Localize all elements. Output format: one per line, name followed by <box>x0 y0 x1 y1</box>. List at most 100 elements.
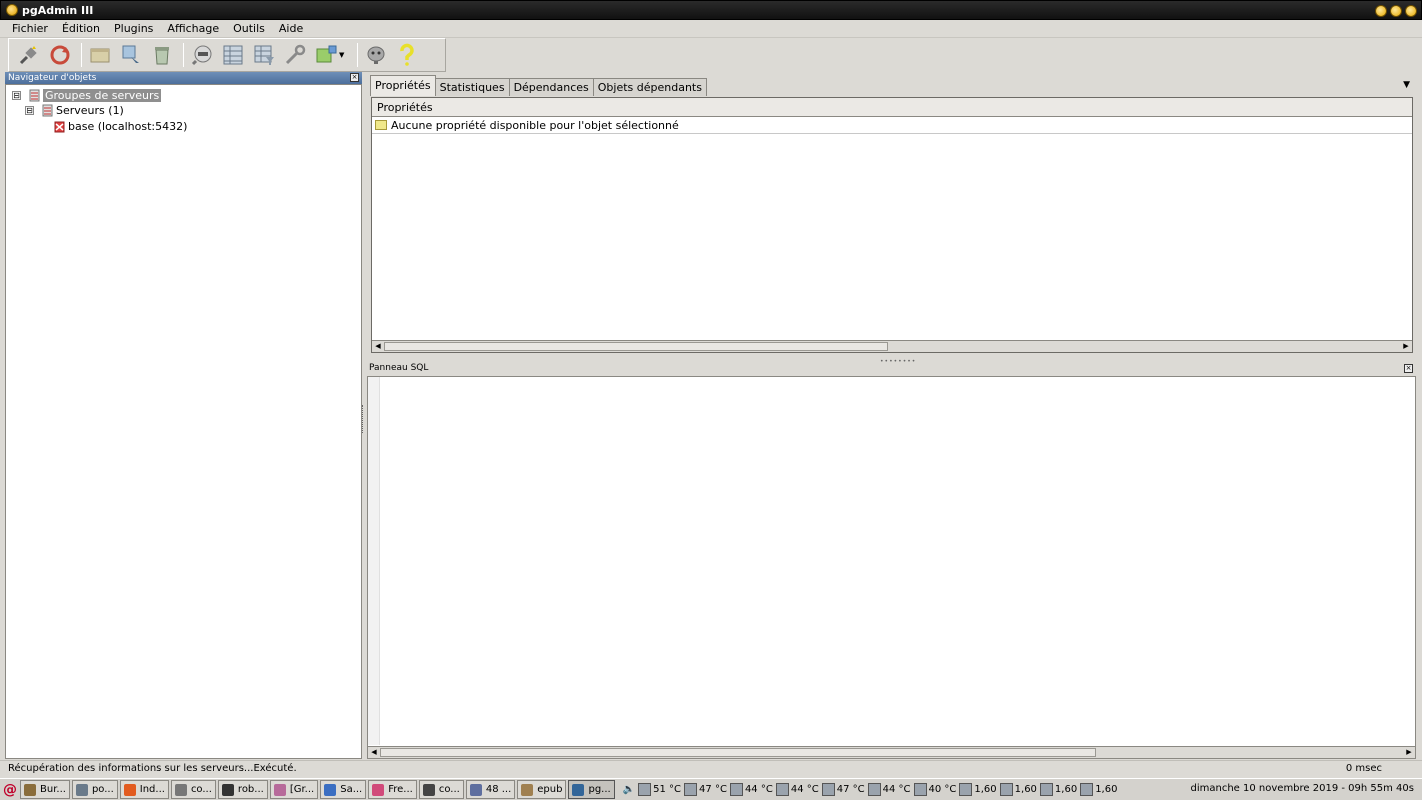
temperature-sensor-icon[interactable] <box>638 783 652 796</box>
list-item[interactable]: Aucune propriété disponible pour l'objet… <box>372 117 1412 134</box>
properties-column-header[interactable]: Propriétés <box>372 98 1412 117</box>
tab-dependances[interactable]: Dépendances <box>508 78 594 96</box>
taskbar-item[interactable]: Ind... <box>119 780 169 799</box>
hint-button[interactable] <box>362 41 390 69</box>
properties-empty-message: Aucune propriété disponible pour l'objet… <box>391 118 679 132</box>
menu-outils[interactable]: Outils <box>226 22 272 35</box>
filtered-data-button[interactable] <box>250 41 278 69</box>
drop-object-button[interactable] <box>148 41 176 69</box>
cpu-frequency-icon[interactable] <box>959 783 973 796</box>
tab-statistiques[interactable]: Statistiques <box>434 78 510 96</box>
taskbar-item[interactable]: rob... <box>217 780 268 799</box>
sql-query-icon <box>191 45 212 66</box>
object-browser-tree: ⊟ Groupes de serveurs ⊟ Serveurs (1) bas… <box>5 84 362 759</box>
sql-editor[interactable]: ◀ ▶ <box>367 376 1416 759</box>
menu-affichage[interactable]: Affichage <box>160 22 226 35</box>
maintenance-button[interactable] <box>281 41 309 69</box>
tray-value: 44 °C <box>744 784 773 795</box>
plugins-button[interactable] <box>312 41 340 69</box>
tree-item-servers[interactable]: ⊟ Serveurs (1) <box>25 103 124 118</box>
taskbar-item[interactable]: co... <box>418 780 464 799</box>
scrollbar-thumb[interactable] <box>384 342 888 351</box>
minimize-button[interactable] <box>1375 5 1387 17</box>
collapse-icon[interactable]: ⊟ <box>12 91 21 100</box>
connect-button[interactable] <box>15 41 43 69</box>
temperature-sensor-icon[interactable] <box>684 783 698 796</box>
temperature-sensor-icon[interactable] <box>867 783 881 796</box>
taskbar-item[interactable]: Sa... <box>320 780 367 799</box>
taskbar-item-label: Fre... <box>388 784 413 795</box>
menu-edition[interactable]: Édition <box>55 22 107 35</box>
temperature-sensor-icon[interactable] <box>729 783 743 796</box>
tray-value: 1,60 <box>1095 784 1118 795</box>
tree-item-server-groups[interactable]: ⊟ Groupes de serveurs <box>12 88 162 103</box>
taskbar-item[interactable]: epub <box>517 780 567 799</box>
sql-horizontal-scrollbar[interactable]: ◀ ▶ <box>368 746 1415 758</box>
taskbar-item[interactable]: [Gr... <box>269 780 319 799</box>
task-app-icon <box>273 783 286 796</box>
taskbar-item-label: po... <box>91 784 114 795</box>
vertical-splitter[interactable] <box>362 405 365 433</box>
connect-icon <box>19 46 37 65</box>
plugins-dropdown-icon[interactable]: ▼ <box>339 51 347 59</box>
tab-proprietes[interactable]: Propriétés <box>370 75 436 96</box>
view-data-button[interactable] <box>219 41 247 69</box>
collapse-icon[interactable]: ⊟ <box>25 106 34 115</box>
scrollbar-thumb[interactable] <box>380 748 1096 757</box>
taskbar-item-label: Ind... <box>139 784 165 795</box>
status-elapsed-time: 0 msec <box>1345 763 1382 774</box>
create-object-button[interactable] <box>117 41 145 69</box>
cpu-frequency-icon[interactable] <box>1039 783 1053 796</box>
drop-object-icon <box>155 47 169 65</box>
menu-plugins[interactable]: Plugins <box>107 22 160 35</box>
tree-item-server-base[interactable]: base (localhost:5432) <box>54 119 187 134</box>
window-titlebar: pgAdmin III <box>0 0 1422 20</box>
properties-button[interactable] <box>86 41 114 69</box>
temperature-sensor-icon[interactable] <box>821 783 835 796</box>
app-icon <box>6 4 18 16</box>
menu-fichier[interactable]: Fichier <box>5 22 55 35</box>
taskbar-item-label: co... <box>438 784 460 795</box>
scroll-left-icon[interactable]: ◀ <box>368 747 380 758</box>
clock[interactable]: dimanche 10 novembre 2019 - 09h 55m 40s <box>1191 783 1414 794</box>
properties-tab-bar: Propriétés Statistiques Dépendances Obje… <box>370 74 1416 96</box>
tab-objets-dependants[interactable]: Objets dépendants <box>592 78 707 96</box>
taskbar-item[interactable]: 48 ... <box>465 780 516 799</box>
tray-value: 1,60 <box>1014 784 1037 795</box>
scroll-right-icon[interactable]: ▶ <box>1403 747 1415 758</box>
refresh-button[interactable] <box>46 41 74 69</box>
debian-start-icon[interactable]: @ <box>0 780 20 800</box>
scroll-left-icon[interactable]: ◀ <box>372 341 384 352</box>
create-object-icon <box>122 45 139 63</box>
close-button[interactable] <box>1405 5 1417 17</box>
volume-icon[interactable]: 🔈 <box>623 784 635 795</box>
taskbar-item[interactable]: po... <box>71 780 118 799</box>
task-list: Bur... po... Ind... co... rob... [Gr... Sa... F… <box>20 780 617 799</box>
temperature-sensor-icon[interactable] <box>775 783 789 796</box>
properties-horizontal-scrollbar[interactable]: ◀ ▶ <box>372 340 1412 352</box>
toolbar-separator <box>183 43 184 67</box>
taskbar-item-label: Bur... <box>40 784 66 795</box>
help-button[interactable] <box>393 41 421 69</box>
main-toolbar: ▼ <box>8 38 446 72</box>
taskbar-item[interactable]: pg... <box>568 780 615 799</box>
task-app-icon <box>422 783 435 796</box>
cpu-frequency-icon[interactable] <box>999 783 1013 796</box>
status-message: Récupération des informations sur les se… <box>8 763 297 774</box>
taskbar-item[interactable]: co... <box>170 780 216 799</box>
cpu-frequency-icon[interactable] <box>1080 783 1094 796</box>
maximize-button[interactable] <box>1390 5 1402 17</box>
hint-icon <box>367 46 385 64</box>
sql-query-button[interactable] <box>188 41 216 69</box>
menu-aide[interactable]: Aide <box>272 22 310 35</box>
close-icon[interactable]: × <box>1404 364 1413 373</box>
temperature-sensor-icon[interactable] <box>913 783 927 796</box>
scroll-right-icon[interactable]: ▶ <box>1400 341 1412 352</box>
taskbar-item[interactable]: Fre... <box>368 780 417 799</box>
taskbar-item-label: rob... <box>237 784 264 795</box>
tab-overflow-icon[interactable]: ▼ <box>1403 80 1410 90</box>
object-browser-title: Navigateur d'objets <box>8 73 97 83</box>
disconnected-server-icon <box>54 121 65 133</box>
close-icon[interactable]: × <box>350 73 359 82</box>
taskbar-item[interactable]: Bur... <box>20 780 70 799</box>
